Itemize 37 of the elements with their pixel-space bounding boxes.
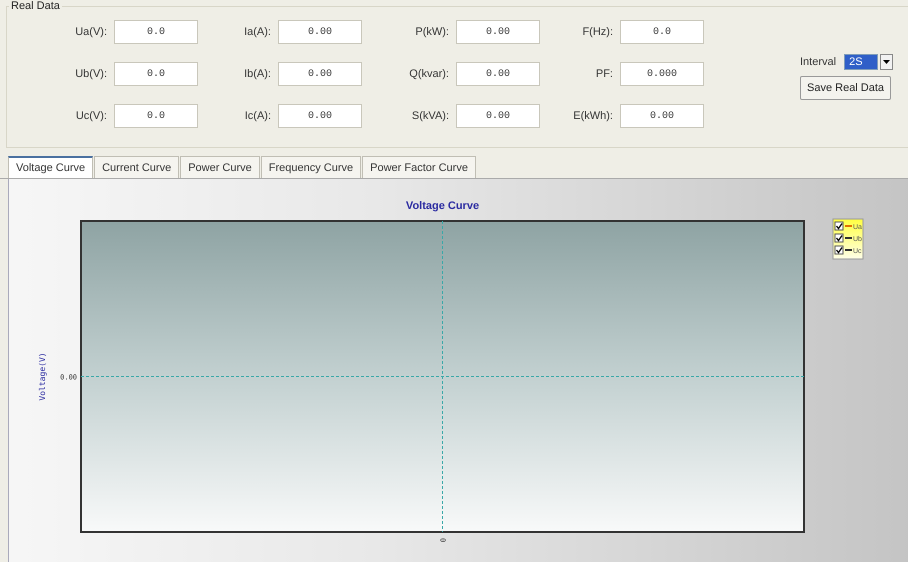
field-label: PF: (594, 68, 613, 80)
field-label: Ib(A): (243, 68, 271, 80)
field-label: F(Hz): (581, 26, 613, 38)
field-label: Ub(V): (74, 68, 107, 80)
tab[interactable]: Power Curve (180, 156, 260, 178)
value-field[interactable]: 0.00 (278, 62, 362, 86)
field-label: Ic(A): (244, 110, 271, 122)
legend-checkbox[interactable] (834, 222, 844, 230)
value-field[interactable]: 0.0 (114, 104, 198, 128)
field-label: P(kW): (414, 26, 449, 38)
field-label: E(kWh): (572, 110, 613, 122)
value-field[interactable]: 0.00 (456, 62, 540, 86)
field-label: Ua(V): (74, 26, 107, 38)
legend-checkbox[interactable] (834, 246, 844, 254)
value-field[interactable]: 0.0 (114, 62, 198, 86)
value-field[interactable]: 0.00 (278, 20, 362, 44)
chart-title: Voltage Curve (406, 200, 480, 212)
y-axis-title: Voltage(V) (38, 352, 47, 401)
save-button[interactable]: Save Real Data (800, 76, 892, 100)
group-title: Real Data (10, 0, 61, 12)
value-field[interactable]: 0.0 (620, 20, 704, 44)
interval-label: Interval (800, 56, 836, 68)
value-field[interactable]: 0.0 (114, 20, 198, 44)
field-label: Ia(A): (243, 26, 271, 38)
value-field[interactable]: 0.00 (456, 20, 540, 44)
field-label: Q(kvar): (408, 68, 449, 80)
tab[interactable]: Voltage Curve (8, 156, 94, 178)
tab[interactable]: Current Curve (94, 156, 180, 178)
value-field[interactable]: 0.00 (278, 104, 362, 128)
legend-checkbox[interactable] (834, 234, 844, 242)
value-field[interactable]: 0.00 (620, 104, 704, 128)
tab[interactable]: Frequency Curve (260, 156, 362, 178)
tab[interactable]: Power Factor Curve (362, 156, 476, 178)
field-label: S(kVA): (410, 110, 449, 122)
value-field[interactable]: 0.00 (456, 104, 540, 128)
value-field[interactable]: 0.000 (620, 62, 704, 86)
field-label: Uc(V): (74, 110, 107, 122)
